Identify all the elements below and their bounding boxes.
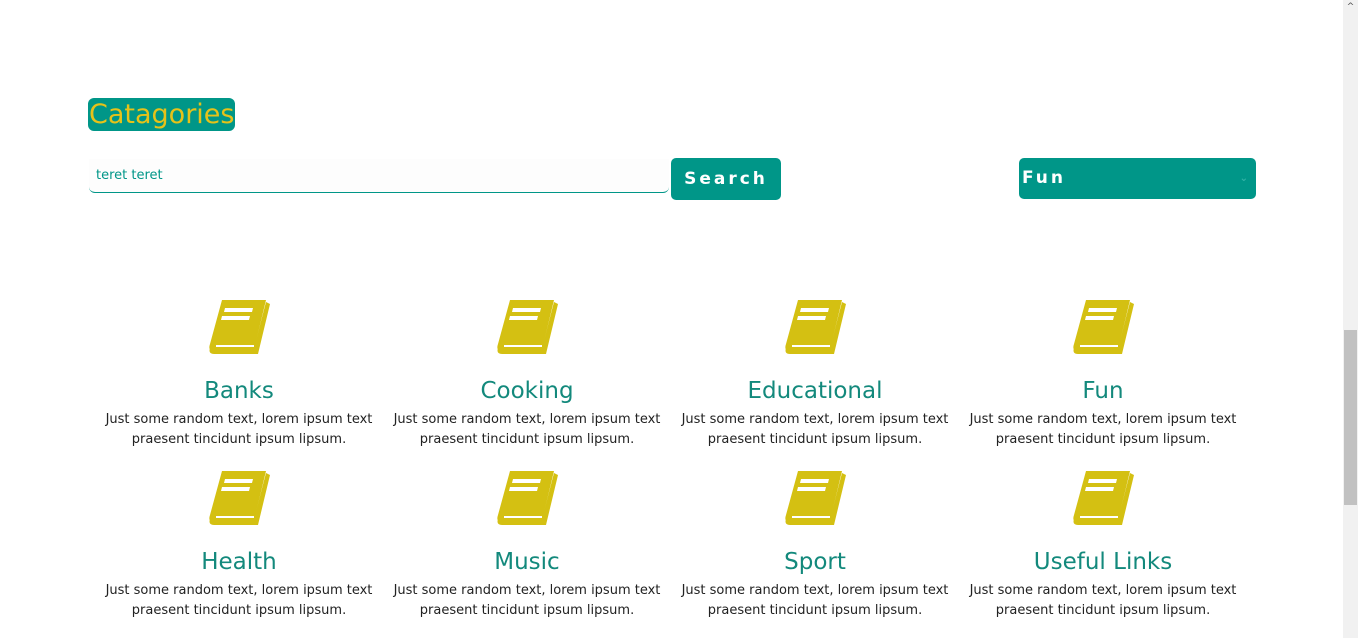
category-card-educational[interactable]: Educational Just some random text, lorem… xyxy=(671,296,959,450)
book-icon xyxy=(1073,300,1134,354)
category-description: Just some random text, lorem ipsum text … xyxy=(105,583,373,618)
book-icon xyxy=(209,300,270,354)
category-card-useful-links[interactable]: Useful Links Just some random text, lore… xyxy=(959,467,1247,621)
book-icon xyxy=(497,471,558,525)
search-input[interactable] xyxy=(89,159,669,193)
category-select-value: Fun xyxy=(1022,168,1066,188)
book-icon xyxy=(785,471,846,525)
category-card-sport[interactable]: Sport Just some random text, lorem ipsum… xyxy=(671,467,959,621)
chevron-down-icon: ⌄ xyxy=(1239,173,1248,184)
category-description: Just some random text, lorem ipsum text … xyxy=(105,412,373,447)
category-description: Just some random text, lorem ipsum text … xyxy=(393,412,661,447)
category-description: Just some random text, lorem ipsum text … xyxy=(969,583,1237,618)
category-select[interactable]: Fun ⌄ xyxy=(1019,158,1256,199)
category-name: Sport xyxy=(784,549,846,575)
book-icon xyxy=(785,300,846,354)
page-title: Catagories xyxy=(88,98,236,131)
category-description: Just some random text, lorem ipsum text … xyxy=(393,583,661,618)
scrollbar[interactable]: ^ xyxy=(1343,0,1358,638)
category-name: Useful Links xyxy=(1033,549,1173,575)
book-icon xyxy=(497,300,558,354)
category-card-cooking[interactable]: Cooking Just some random text, lorem ips… xyxy=(383,296,671,450)
book-icon xyxy=(209,471,270,525)
scrollbar-thumb[interactable] xyxy=(1344,330,1357,505)
category-name: Banks xyxy=(204,378,274,404)
page: Catagories Search Fun ⌄ Banks Just some … xyxy=(0,0,1343,638)
category-card-banks[interactable]: Banks Just some random text, lorem ipsum… xyxy=(95,296,383,450)
category-name: Educational xyxy=(747,378,883,404)
search-button[interactable]: Search xyxy=(671,158,781,200)
category-name: Health xyxy=(201,549,277,575)
category-card-music[interactable]: Music Just some random text, lorem ipsum… xyxy=(383,467,671,621)
category-name: Fun xyxy=(1082,378,1124,404)
category-card-health[interactable]: Health Just some random text, lorem ipsu… xyxy=(95,467,383,621)
category-description: Just some random text, lorem ipsum text … xyxy=(681,583,949,618)
category-name: Cooking xyxy=(480,378,574,404)
category-description: Just some random text, lorem ipsum text … xyxy=(681,412,949,447)
category-name: Music xyxy=(494,549,560,575)
book-icon xyxy=(1073,471,1134,525)
scroll-up-arrow-icon[interactable]: ^ xyxy=(1343,0,1358,15)
category-description: Just some random text, lorem ipsum text … xyxy=(969,412,1237,447)
category-card-fun[interactable]: Fun Just some random text, lorem ipsum t… xyxy=(959,296,1247,450)
